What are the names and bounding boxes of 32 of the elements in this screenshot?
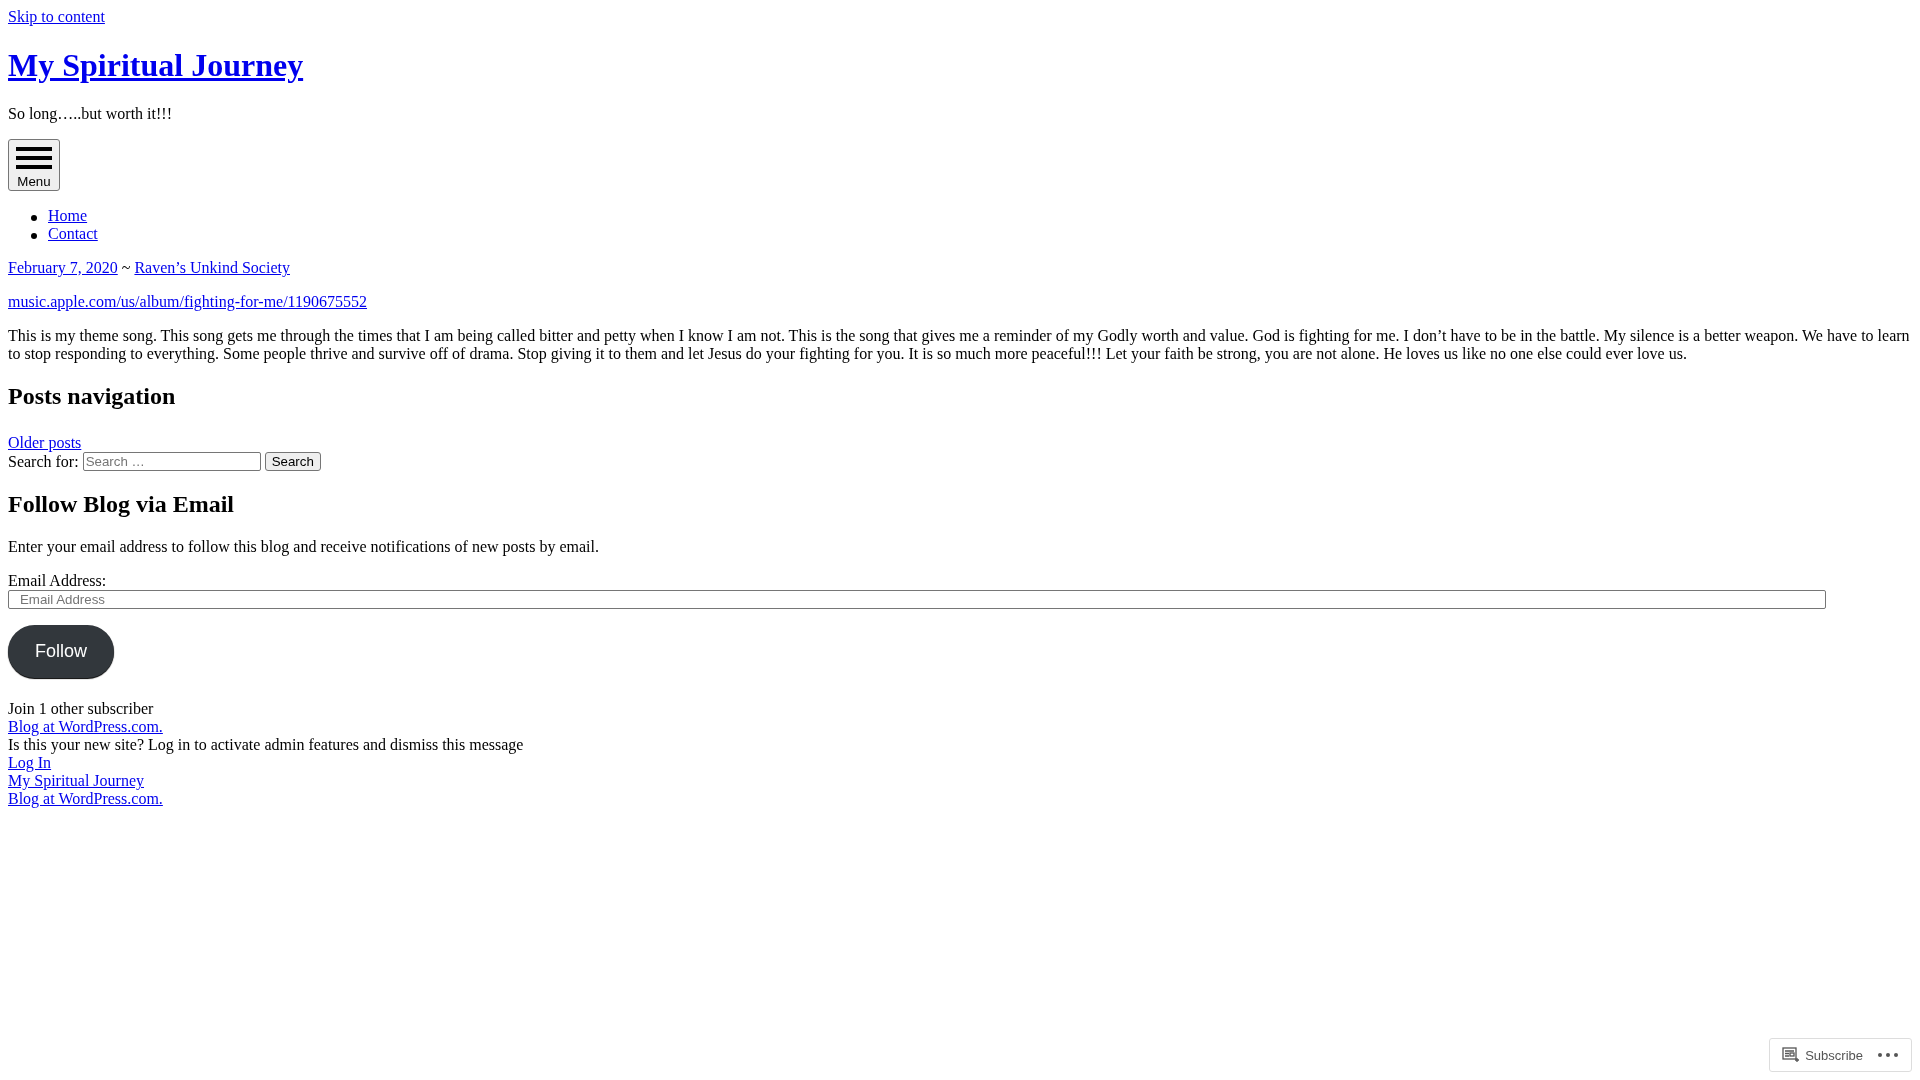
follow-description: Enter your email address to follow this blog and receive notifications of new posts by email. [8, 538, 600, 556]
older-posts-link[interactable]: Older posts [8, 434, 82, 452]
search-button[interactable]: Search [264, 452, 321, 471]
admin-notice: Is this your new site? Log in to activate admin features and dismiss this message [8, 736, 524, 754]
section-heading: Posts navigation [8, 383, 177, 410]
email-label: Email Address: [8, 572, 108, 590]
nav-link[interactable]: Contact [48, 225, 98, 243]
post-body: This is my theme song. This song gets me through the times that I am being called bitter and petty when I know I am not. This is the song that gives me a reminder of my Godly worth and value. God is fighting for me. I don’t have to be in the battle. My silence is a better weapon. We have to learn to stop responding to everything. Some people thrive and survive off of drama. Stop giving it to them and let Jesus do your fighting for you. It is so much more peaceful!!! Let your faith be strong, you are not alone. He loves us like no one else could ever love us. [8, 327, 1911, 363]
site-link[interactable]: My Spiritual Journey [8, 772, 144, 790]
credit-link[interactable]: Blog at WordPress.com. [8, 718, 163, 736]
bullet-icon [31, 215, 37, 221]
post-author[interactable]: Raven’s Unkind Society [134, 259, 290, 276]
search-label: Search for: [8, 452, 79, 471]
login-link[interactable]: Log In [8, 754, 52, 772]
follow-button[interactable]: Follow [8, 625, 114, 678]
post-link[interactable]: music.apple.com/us/album/fighting-for-me/1190675552 [8, 293, 368, 310]
email-field[interactable]: Email Address [8, 590, 1826, 609]
search-field[interactable]: Search … [82, 452, 261, 471]
skip-link[interactable]: Skip to content [8, 8, 105, 26]
follow-heading: Follow Blog via Email [8, 491, 235, 518]
subscriber-count: Join 1 other subscriber [8, 700, 154, 718]
post-date[interactable]: February 7, 2020 [8, 259, 118, 276]
menu-button[interactable]: Menu [8, 139, 60, 191]
reader-icon [1782, 1047, 1801, 1063]
subscribe-button[interactable]: Subscribe [1782, 1047, 1863, 1063]
nav-link[interactable]: Home [48, 207, 88, 225]
separator: ~ [121, 259, 131, 276]
site-tagline: So long…..but worth it!!! [8, 105, 172, 122]
more-icon[interactable] [1877, 1052, 1899, 1058]
credit-link[interactable]: Blog at WordPress.com. [8, 790, 163, 808]
bullet-icon [31, 233, 37, 239]
site-title[interactable]: My Spiritual Journey [8, 47, 304, 83]
